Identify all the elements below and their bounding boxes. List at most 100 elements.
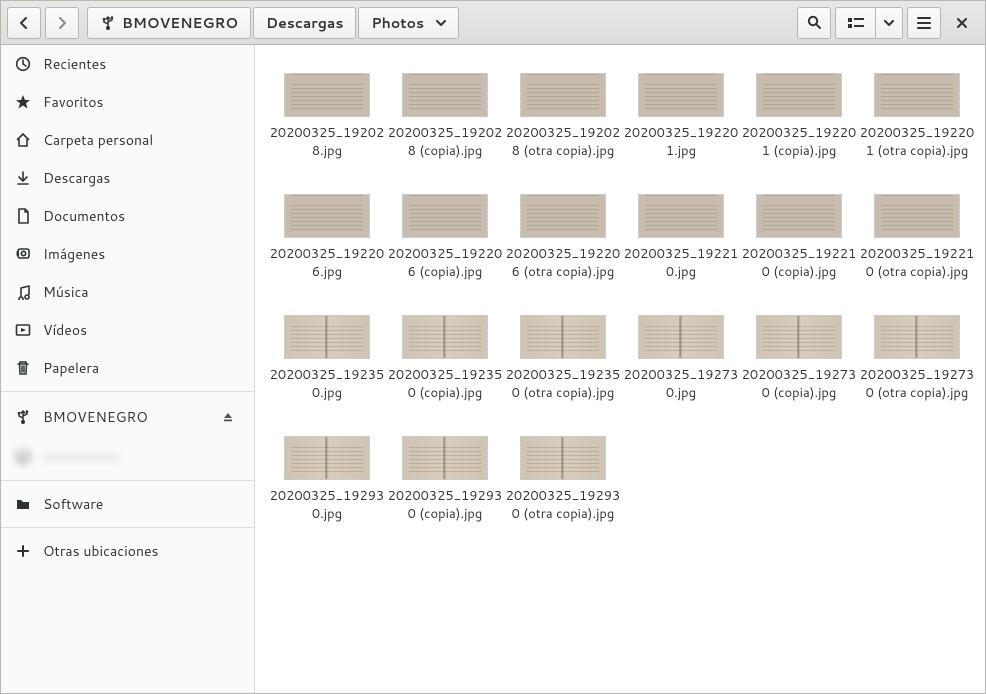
file-item[interactable]: 20200325_192210 (otra copia).jpg — [859, 194, 975, 281]
sidebar-item-label: Música — [43, 282, 89, 302]
file-item[interactable]: 20200325_192930.jpg — [269, 436, 385, 523]
file-item[interactable]: 20200325_192201 (otra copia).jpg — [859, 73, 975, 160]
eject-button[interactable] — [216, 405, 240, 429]
file-thumbnail — [284, 436, 370, 480]
file-item[interactable]: 20200325_192730 (copia).jpg — [741, 315, 857, 402]
sidebar-item[interactable]: Software — [1, 485, 254, 523]
sidebar-item[interactable]: Descargas — [1, 159, 254, 197]
file-name: 20200325_192730 (otra copia).jpg — [859, 367, 975, 402]
file-name: 20200325_192201.jpg — [623, 125, 739, 160]
image-icon — [15, 246, 31, 262]
sidebar: Recientes Favoritos Carpeta personalDescar… — [1, 45, 255, 693]
sidebar-item[interactable]: Vídeos — [1, 311, 254, 349]
music-icon — [15, 284, 31, 300]
recent-icon — [15, 56, 31, 72]
close-window-button[interactable] — [945, 7, 979, 39]
view-mode-button[interactable] — [835, 7, 875, 39]
trash-icon — [15, 360, 31, 376]
sidebar-other: Otras ubicaciones — [1, 532, 254, 570]
file-item[interactable]: 20200325_192210 (copia).jpg — [741, 194, 857, 281]
file-name: 20200325_192730 (copia).jpg — [741, 367, 857, 402]
file-name: 20200325_192930 (copia).jpg — [387, 488, 503, 523]
hamburger-menu-button[interactable] — [907, 7, 941, 39]
content-area[interactable]: 20200325_192028.jpg20200325_192028 (copi… — [255, 45, 985, 693]
search-button[interactable] — [797, 7, 831, 39]
file-thumbnail — [756, 194, 842, 238]
sidebar-item[interactable]: Documentos — [1, 197, 254, 235]
file-item[interactable]: 20200325_192206 (copia).jpg — [387, 194, 503, 281]
file-name: 20200325_192206 (copia).jpg — [387, 246, 503, 281]
file-name: 20200325_192028.jpg — [269, 125, 385, 160]
chevron-down-icon — [436, 20, 446, 26]
sidebar-item[interactable]: Recientes — [1, 45, 254, 83]
file-thumbnail — [638, 315, 724, 359]
file-item[interactable]: 20200325_192350.jpg — [269, 315, 385, 402]
file-name: 20200325_192210 (otra copia).jpg — [859, 246, 975, 281]
separator — [1, 480, 254, 481]
file-item[interactable]: 20200325_192930 (copia).jpg — [387, 436, 503, 523]
file-name: 20200325_192930 (otra copia).jpg — [505, 488, 621, 523]
path-segment-label: Descargas — [266, 13, 343, 33]
plus-icon — [15, 543, 31, 559]
sidebar-item-label: Software — [43, 494, 103, 514]
path-segment[interactable]: BMOVENEGRO — [87, 7, 251, 39]
file-item[interactable]: 20200325_192210.jpg — [623, 194, 739, 281]
file-thumbnail — [638, 194, 724, 238]
file-thumbnail — [874, 315, 960, 359]
view-options-button[interactable] — [875, 7, 903, 39]
sidebar-item-label: Recientes — [43, 54, 106, 74]
file-name: 20200325_192028 (copia).jpg — [387, 125, 503, 160]
file-item[interactable]: 20200325_192201.jpg — [623, 73, 739, 160]
file-thumbnail — [874, 73, 960, 117]
file-name: 20200325_192210.jpg — [623, 246, 739, 281]
sidebar-item[interactable]: Carpeta personal — [1, 121, 254, 159]
file-item[interactable]: 20200325_192201 (copia).jpg — [741, 73, 857, 160]
file-item[interactable]: 20200325_192350 (copia).jpg — [387, 315, 503, 402]
sidebar-item[interactable]: Papelera — [1, 349, 254, 387]
path-bar: BMOVENEGRO Descargas Photos — [87, 7, 459, 39]
toolbar: BMOVENEGRO Descargas Photos — [1, 1, 985, 45]
file-name: 20200325_192730.jpg — [623, 367, 739, 402]
file-item[interactable]: 20200325_192206 (otra copia).jpg — [505, 194, 621, 281]
sidebar-item[interactable]: Imágenes — [1, 235, 254, 273]
file-item[interactable]: 20200325_192730 (otra copia).jpg — [859, 315, 975, 402]
file-item[interactable]: 20200325_192028.jpg — [269, 73, 385, 160]
sidebar-item-other-locations[interactable]: Otras ubicaciones — [1, 532, 254, 570]
back-button[interactable] — [7, 7, 41, 39]
download-icon — [15, 170, 31, 186]
file-thumbnail — [756, 315, 842, 359]
file-name: 20200325_192201 (copia).jpg — [741, 125, 857, 160]
home-icon — [15, 132, 31, 148]
sidebar-item-label: Otras ubicaciones — [43, 541, 158, 561]
file-thumbnail — [520, 73, 606, 117]
file-thumbnail — [756, 73, 842, 117]
file-item[interactable]: 20200325_192730.jpg — [623, 315, 739, 402]
sidebar-item-label: Favoritos — [43, 92, 103, 112]
file-grid: 20200325_192028.jpg20200325_192028 (copi… — [269, 73, 971, 523]
file-item[interactable]: 20200325_192350 (otra copia).jpg — [505, 315, 621, 402]
sidebar-item[interactable]: BMOVENEGRO — [1, 396, 254, 438]
separator — [1, 527, 254, 528]
file-thumbnail — [520, 315, 606, 359]
file-item[interactable]: 20200325_192206.jpg — [269, 194, 385, 281]
file-thumbnail — [520, 436, 606, 480]
path-segment[interactable]: Photos — [358, 7, 459, 39]
sidebar-item[interactable]: Música — [1, 273, 254, 311]
file-name: 20200325_192350 (copia).jpg — [387, 367, 503, 402]
file-item[interactable]: 20200325_192028 (copia).jpg — [387, 73, 503, 160]
file-thumbnail — [520, 194, 606, 238]
sidebar-item[interactable]: Favoritos — [1, 83, 254, 121]
file-name: 20200325_192201 (otra copia).jpg — [859, 125, 975, 160]
path-segment-label: BMOVENEGRO — [122, 13, 238, 33]
file-name: 20200325_192350 (otra copia).jpg — [505, 367, 621, 402]
file-item[interactable]: 20200325_192930 (otra copia).jpg — [505, 436, 621, 523]
path-segment[interactable]: Descargas — [253, 7, 356, 39]
file-item[interactable]: 20200325_192028 (otra copia).jpg — [505, 73, 621, 160]
sidebar-item[interactable]: ———————— — [1, 438, 254, 476]
file-name: 20200325_192930.jpg — [269, 488, 385, 523]
usb-icon — [100, 15, 116, 31]
file-name: 20200325_192350.jpg — [269, 367, 385, 402]
file-name: 20200325_192028 (otra copia).jpg — [505, 125, 621, 160]
forward-button[interactable] — [45, 7, 79, 39]
file-thumbnail — [874, 194, 960, 238]
